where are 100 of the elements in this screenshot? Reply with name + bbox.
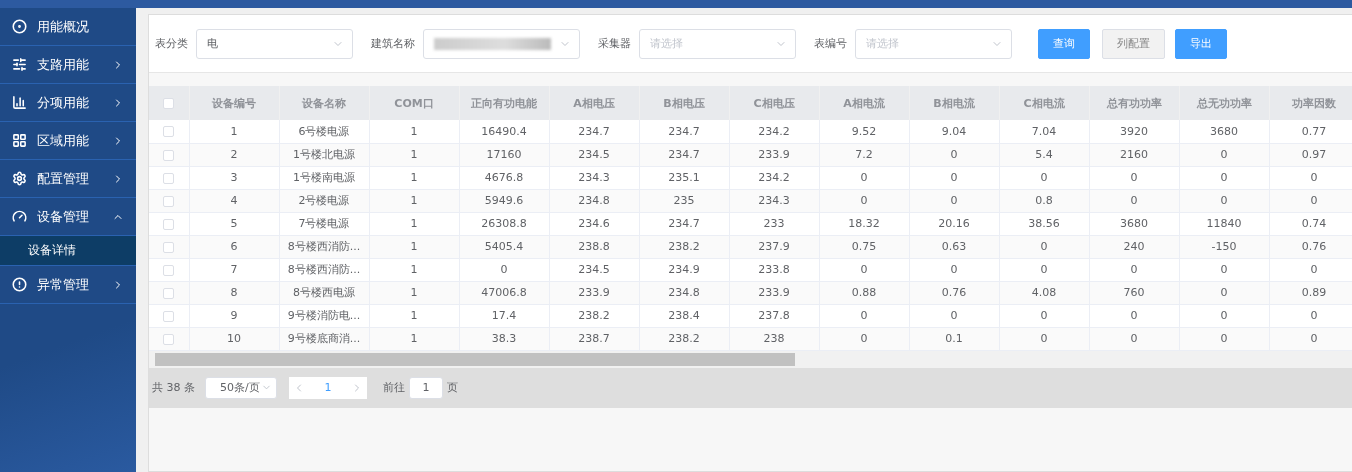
table-cell: 0.75 bbox=[819, 235, 909, 258]
table-cell: 0.77 bbox=[1269, 120, 1352, 143]
table-cell: 3 bbox=[189, 166, 279, 189]
table-cell: 238.7 bbox=[549, 327, 639, 350]
table-cell: 0.8 bbox=[999, 189, 1089, 212]
table-cell: 0.89 bbox=[1269, 281, 1352, 304]
table-cell: 1 bbox=[369, 166, 459, 189]
sliders-icon bbox=[12, 57, 27, 72]
column-header: 设备名称 bbox=[279, 86, 369, 120]
table-cell: 0 bbox=[819, 258, 909, 281]
table-cell: 234.7 bbox=[639, 212, 729, 235]
table-cell: 9.04 bbox=[909, 120, 999, 143]
nav-item[interactable]: 异常管理 bbox=[0, 266, 136, 304]
table-cell: 0.88 bbox=[819, 281, 909, 304]
table-cell: 0 bbox=[1179, 258, 1269, 281]
table-cell: 0 bbox=[819, 189, 909, 212]
table-cell: 7号楼电源 bbox=[279, 212, 369, 235]
table-cell: 1 bbox=[369, 258, 459, 281]
nav-item[interactable]: 用能概况 bbox=[0, 8, 136, 46]
table-cell: 238 bbox=[729, 327, 819, 350]
nav-item[interactable]: 区域用能 bbox=[0, 122, 136, 160]
table-cell: 233 bbox=[729, 212, 819, 235]
page-input[interactable]: 1 bbox=[409, 376, 443, 399]
table-cell: 11840 bbox=[1179, 212, 1269, 235]
column-header: C相电流 bbox=[999, 86, 1089, 120]
checkbox[interactable] bbox=[163, 264, 175, 276]
page-size-select[interactable]: 50条/页 bbox=[205, 376, 277, 399]
table-cell: 9号楼底商消... bbox=[279, 327, 369, 350]
table-cell: 4676.8 bbox=[459, 166, 549, 189]
table-cell: 8号楼西电源 bbox=[279, 281, 369, 304]
filter-label: 建筑名称 bbox=[371, 36, 415, 51]
table-cell: 234.6 bbox=[549, 212, 639, 235]
table-cell: 234.7 bbox=[549, 120, 639, 143]
checkbox[interactable] bbox=[163, 287, 175, 299]
table-cell: 233.8 bbox=[729, 258, 819, 281]
table-cell: 0 bbox=[1089, 189, 1179, 212]
table-cell: 234.2 bbox=[729, 120, 819, 143]
table-cell: 0 bbox=[1089, 166, 1179, 189]
table-cell: 1 bbox=[369, 304, 459, 327]
nav-item[interactable]: 支路用能 bbox=[0, 46, 136, 84]
table-cell: 238.8 bbox=[549, 235, 639, 258]
table-cell: 5949.6 bbox=[459, 189, 549, 212]
table-cell: 234.5 bbox=[549, 143, 639, 166]
table-cell: 8 bbox=[189, 281, 279, 304]
table-cell: 238.2 bbox=[549, 304, 639, 327]
nav-item[interactable]: 配置管理 bbox=[0, 160, 136, 198]
table-cell: 4 bbox=[189, 189, 279, 212]
table-cell: 0 bbox=[909, 258, 999, 281]
table-cell: 238.2 bbox=[639, 235, 729, 258]
table-cell: 18.32 bbox=[819, 212, 909, 235]
table-cell: 234.7 bbox=[639, 143, 729, 166]
table-cell: 9 bbox=[189, 304, 279, 327]
table-cell: 0 bbox=[1269, 258, 1352, 281]
nav-subitem[interactable]: 设备详情 bbox=[0, 236, 136, 266]
gauge-icon bbox=[12, 209, 27, 224]
checkbox[interactable] bbox=[163, 218, 175, 230]
checkbox[interactable] bbox=[163, 310, 175, 322]
checkbox[interactable] bbox=[163, 241, 175, 253]
table-cell: 1 bbox=[369, 120, 459, 143]
column-header: C相电压 bbox=[729, 86, 819, 120]
settings-icon bbox=[12, 171, 27, 186]
checkbox[interactable] bbox=[163, 195, 175, 207]
table-cell: 0.63 bbox=[909, 235, 999, 258]
table-cell: 0 bbox=[999, 258, 1089, 281]
table-cell: 0 bbox=[999, 327, 1089, 350]
goto-label: 前往 bbox=[383, 380, 405, 395]
table-cell: 6号楼电源 bbox=[279, 120, 369, 143]
nav-item[interactable]: 分项用能 bbox=[0, 84, 136, 122]
table-cell: 1 bbox=[189, 120, 279, 143]
table-cell: 9.52 bbox=[819, 120, 909, 143]
table-cell: 235.1 bbox=[639, 166, 729, 189]
checkbox[interactable] bbox=[163, 149, 175, 161]
table-cell: 0 bbox=[1179, 143, 1269, 166]
table-cell: 235 bbox=[639, 189, 729, 212]
checkbox[interactable] bbox=[163, 98, 175, 109]
table-cell: 234.2 bbox=[729, 166, 819, 189]
column-header: 设备编号 bbox=[189, 86, 279, 120]
table-cell: 0 bbox=[1179, 281, 1269, 304]
checkbox[interactable] bbox=[163, 172, 175, 184]
table-cell: 9号楼消防电... bbox=[279, 304, 369, 327]
table-cell: 0 bbox=[1269, 304, 1352, 327]
table-cell: 0 bbox=[909, 166, 999, 189]
table-cell: 233.9 bbox=[729, 281, 819, 304]
select-field[interactable] bbox=[423, 28, 580, 59]
checkbox[interactable] bbox=[163, 333, 175, 345]
table-cell: 234.8 bbox=[549, 189, 639, 212]
table-cell: 0 bbox=[1179, 304, 1269, 327]
table-cell: 1号楼南电源 bbox=[279, 166, 369, 189]
grid-icon bbox=[12, 133, 27, 148]
table-cell: 16490.4 bbox=[459, 120, 549, 143]
table-cell: 0 bbox=[1089, 304, 1179, 327]
table-cell: 1号楼北电源 bbox=[279, 143, 369, 166]
table-cell: 8号楼西消防... bbox=[279, 235, 369, 258]
table-cell: 1 bbox=[369, 327, 459, 350]
table-cell: 234.5 bbox=[549, 258, 639, 281]
filter-label: 采集器 bbox=[598, 36, 631, 51]
checkbox[interactable] bbox=[163, 126, 175, 138]
select-field[interactable]: 电 bbox=[196, 28, 353, 59]
table-cell: 0 bbox=[909, 304, 999, 327]
table-cell: 3920 bbox=[1089, 120, 1179, 143]
